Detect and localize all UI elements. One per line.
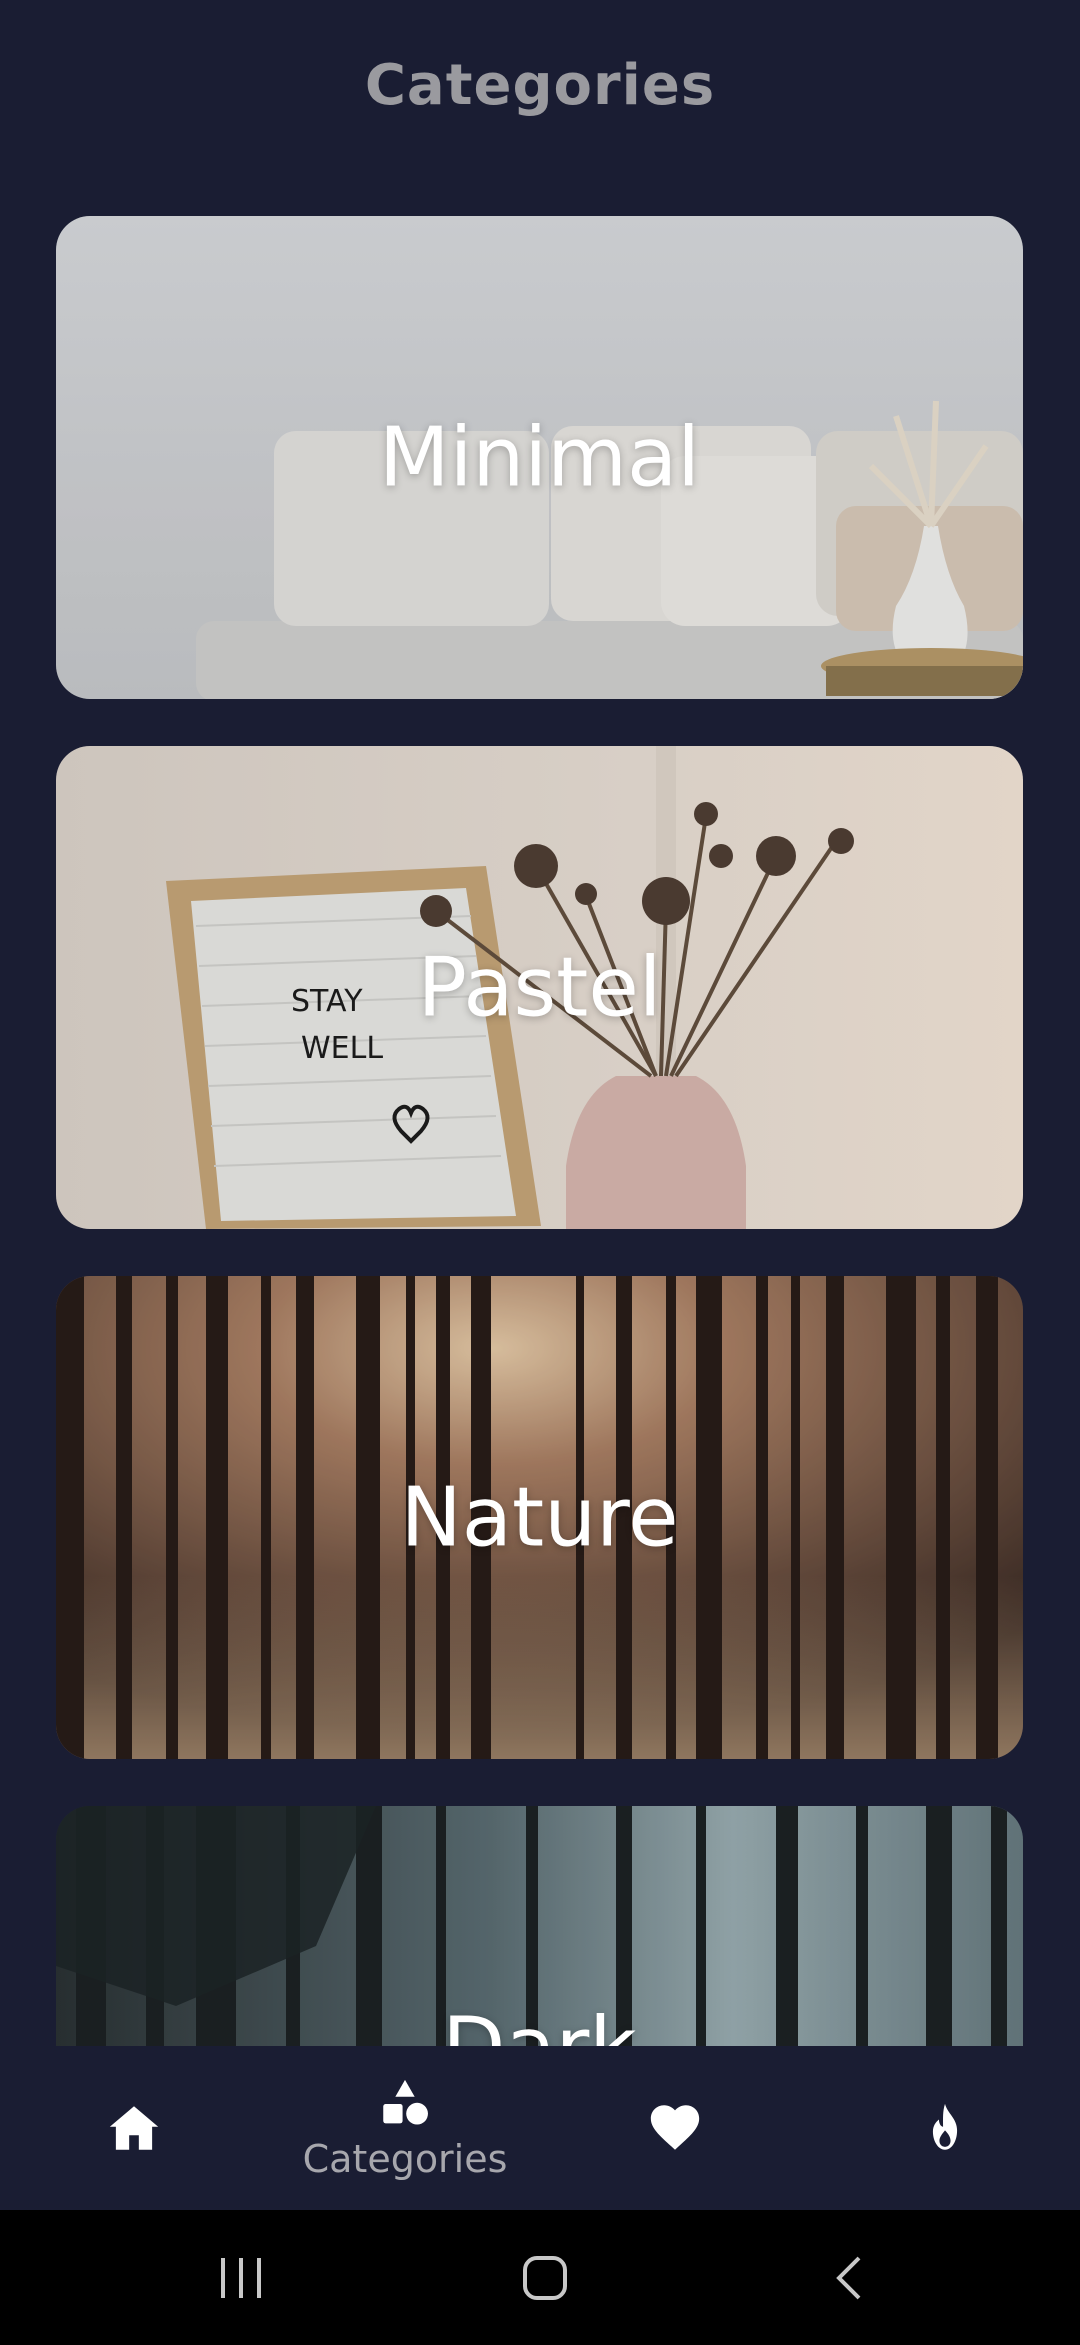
category-card-nature[interactable]: Nature: [56, 1276, 1023, 1759]
system-nav-bar: [0, 2210, 1080, 2345]
nav-favorites[interactable]: [575, 2046, 775, 2210]
recents-button[interactable]: [172, 2210, 312, 2345]
category-list[interactable]: Minimal STAY WELL Pastel Nature: [56, 216, 1023, 2046]
category-label: Dark: [56, 2000, 1023, 2046]
bottom-nav: Categories: [0, 2046, 1080, 2210]
shapes-icon: [383, 2079, 428, 2125]
nav-trending[interactable]: [845, 2046, 1045, 2210]
letter-board-line2: WELL: [301, 1031, 383, 1066]
category-label: Pastel: [417, 940, 662, 1035]
nav-categories-label: Categories: [302, 2137, 508, 2181]
flame-icon: [932, 2103, 958, 2150]
category-card-pastel[interactable]: STAY WELL Pastel: [56, 746, 1023, 1229]
nav-categories[interactable]: Categories: [302, 2046, 508, 2210]
home-system-button[interactable]: [475, 2210, 615, 2345]
category-card-minimal[interactable]: Minimal: [56, 216, 1023, 699]
category-card-dark[interactable]: Dark: [56, 1806, 1023, 2046]
recents-icon: [221, 2257, 261, 2298]
category-label: Nature: [400, 1470, 679, 1565]
back-button[interactable]: [778, 2210, 918, 2345]
heart-icon: [650, 2105, 700, 2150]
home-icon: [109, 2106, 159, 2150]
nav-home[interactable]: [34, 2046, 234, 2210]
home-circle-icon: [523, 2255, 567, 2300]
category-label: Minimal: [378, 410, 701, 505]
back-icon: [836, 2256, 861, 2299]
app-header: Categories: [0, 0, 1080, 170]
page-title: Categories: [364, 52, 716, 118]
